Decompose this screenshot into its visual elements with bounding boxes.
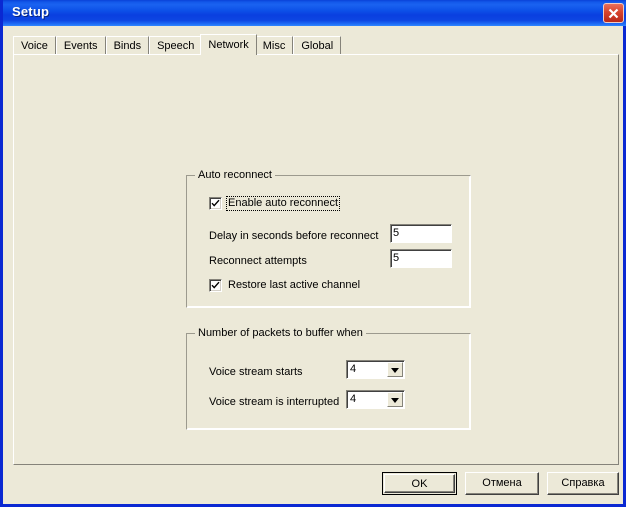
ok-button[interactable]: OK xyxy=(382,472,457,495)
tab-binds[interactable]: Binds xyxy=(105,36,150,55)
chevron-down-icon[interactable] xyxy=(387,392,403,407)
tab-label: Voice xyxy=(21,40,48,52)
ok-button-label: OK xyxy=(384,474,455,493)
group-packet-buffer: Number of packets to buffer when Voice s… xyxy=(186,327,471,430)
tab-label: Global xyxy=(301,40,334,52)
tab-label: Binds xyxy=(113,40,142,52)
help-button[interactable]: Справка xyxy=(547,472,619,495)
tab-speech[interactable]: Speech xyxy=(149,36,203,55)
checkmark-icon xyxy=(211,281,220,289)
window-title: Setup xyxy=(12,4,50,19)
setup-dialog: Setup Voice Events Binds Speech Network … xyxy=(0,0,626,507)
title-bar: Setup xyxy=(3,0,626,26)
group-auto-reconnect: Auto reconnect Enable auto reconnect Del… xyxy=(186,169,471,308)
close-button[interactable] xyxy=(603,3,624,23)
label-reconnect-attempts: Reconnect attempts xyxy=(209,255,307,267)
chevron-down-glyph xyxy=(391,368,399,373)
checkbox-box xyxy=(209,197,222,210)
label-delay-before-reconnect: Delay in seconds before reconnect xyxy=(209,230,379,242)
tab-voice[interactable]: Voice xyxy=(13,36,56,55)
checkbox-box xyxy=(209,279,222,292)
group-inner-bevel xyxy=(187,334,470,429)
tab-label: Misc xyxy=(262,40,286,52)
chevron-down-icon[interactable] xyxy=(387,362,403,377)
input-delay-before-reconnect[interactable]: 5 xyxy=(390,224,452,243)
tab-strip: Voice Events Binds Speech Network Misc G… xyxy=(13,34,619,55)
tab-misc[interactable]: Misc xyxy=(254,36,294,55)
checkbox-label: Enable auto reconnect xyxy=(225,196,341,211)
label-voice-stream-interrupted: Voice stream is interrupted xyxy=(209,396,340,408)
tab-network[interactable]: Network xyxy=(200,34,257,55)
group-title-auto-reconnect: Auto reconnect xyxy=(195,169,275,181)
dropdown-voice-stream-starts[interactable]: 4 xyxy=(346,360,405,379)
close-icon xyxy=(608,8,619,19)
tab-events[interactable]: Events xyxy=(55,36,106,55)
checkmark-icon xyxy=(211,199,220,207)
tab-page-network: Auto reconnect Enable auto reconnect Del… xyxy=(13,54,619,465)
tab-label: Speech xyxy=(157,40,195,52)
dropdown-voice-stream-interrupted[interactable]: 4 xyxy=(346,390,405,409)
cancel-button[interactable]: Отмена xyxy=(465,472,539,495)
dropdown-value: 4 xyxy=(350,363,357,375)
checkbox-label: Restore last active channel xyxy=(228,279,361,291)
label-voice-stream-starts: Voice stream starts xyxy=(209,366,303,378)
input-reconnect-attempts[interactable]: 5 xyxy=(390,249,452,268)
tab-global[interactable]: Global xyxy=(293,36,342,55)
group-title-packet-buffer: Number of packets to buffer when xyxy=(195,327,366,339)
dropdown-value: 4 xyxy=(350,393,357,405)
chevron-down-glyph xyxy=(391,398,399,403)
tab-label: Network xyxy=(208,39,249,51)
tab-label: Events xyxy=(63,40,98,52)
